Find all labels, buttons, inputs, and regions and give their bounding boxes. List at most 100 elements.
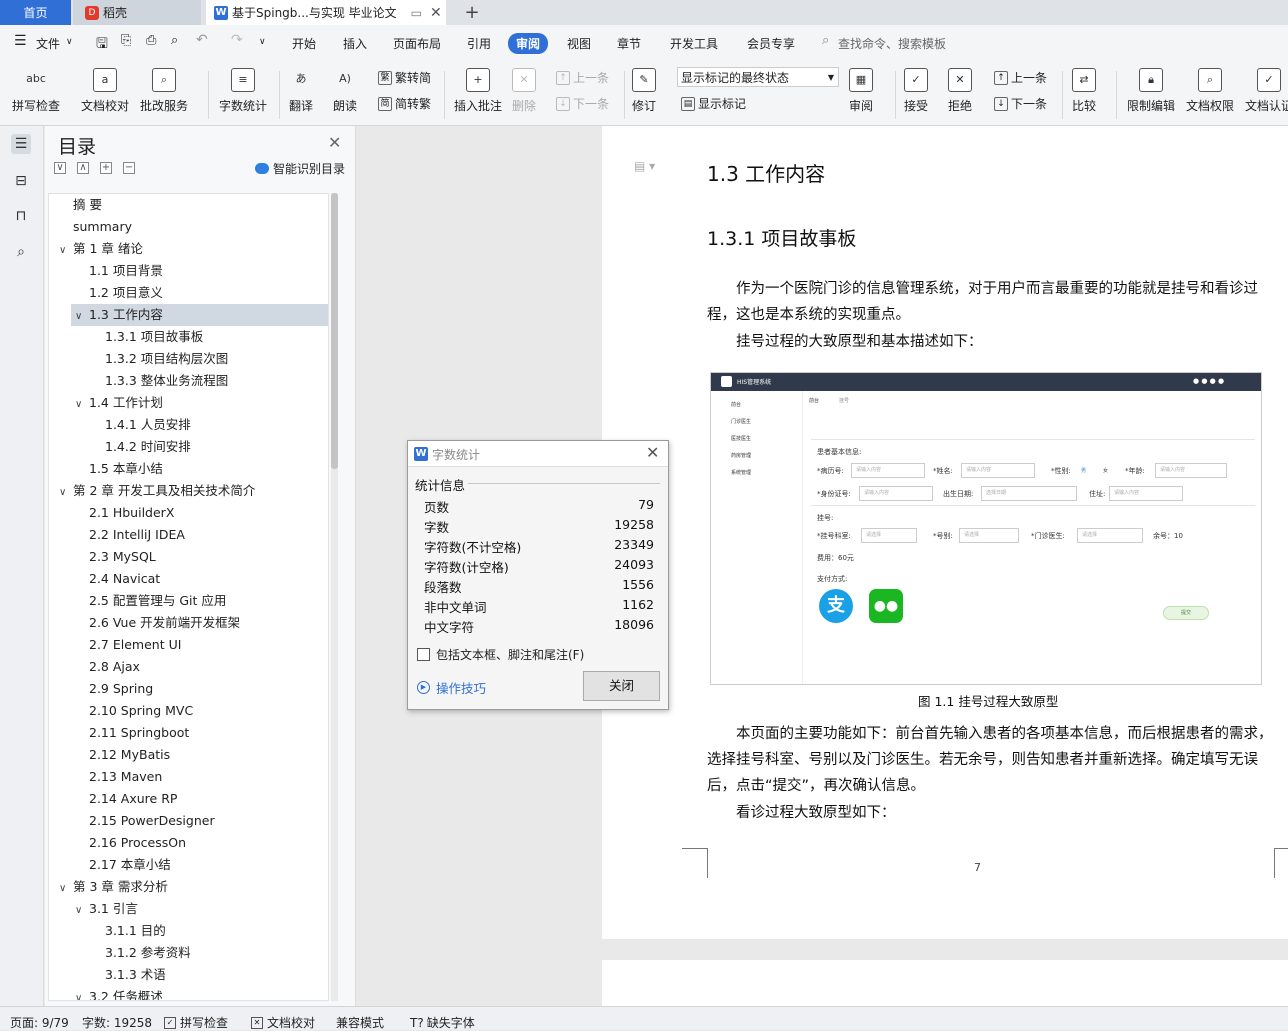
toc-item[interactable]: 2.17 本章小结: [49, 854, 328, 876]
toc-item[interactable]: 2.3 MySQL: [49, 546, 328, 568]
chevron-down-icon[interactable]: ∨: [59, 482, 73, 504]
smart-toc-button[interactable]: 智能识别目录: [255, 160, 345, 177]
menu-dev-tools[interactable]: 开发工具: [670, 35, 718, 52]
chevron-down-icon[interactable]: ∨: [75, 900, 89, 922]
restrict-edit-button[interactable]: 🔒︎ 限制编辑: [1127, 63, 1175, 114]
status-doc-proof[interactable]: ✕ 文档校对: [251, 1014, 315, 1031]
toc-item[interactable]: 2.1 HbuilderX: [49, 502, 328, 524]
word-count-button[interactable]: ≡ 字数统计: [219, 63, 267, 114]
dialog-close-button[interactable]: 关闭: [583, 671, 660, 701]
chevron-down-icon[interactable]: ∨: [75, 394, 89, 416]
toc-item[interactable]: ∨ 第 2 章 开发工具及相关技术简介: [49, 480, 328, 504]
doc-rights-button[interactable]: ⌕ 文档权限: [1186, 63, 1234, 114]
read-aloud-button[interactable]: A) 朗读: [333, 63, 357, 114]
toc-item[interactable]: ∨ 3.2 任务概述: [49, 986, 328, 1000]
word-count-indicator[interactable]: 字数: 19258: [82, 1014, 152, 1031]
toc-item[interactable]: 2.5 配置管理与 Git 应用: [49, 590, 328, 612]
compat-mode-indicator[interactable]: 兼容模式: [336, 1014, 384, 1031]
reject-button[interactable]: ✕ 拒绝: [948, 63, 972, 114]
dialog-title-bar[interactable]: W 字数统计 ✕: [408, 441, 668, 467]
menu-references[interactable]: 引用: [467, 35, 491, 52]
toc-item[interactable]: 1.4.2 时间安排: [49, 436, 328, 458]
tab-daoke[interactable]: D 稻壳: [73, 0, 201, 25]
toc-item[interactable]: 2.11 Springboot: [49, 722, 328, 744]
status-spell-check[interactable]: ✓ 拼写检查: [164, 1014, 228, 1031]
toc-item[interactable]: 1.2 项目意义: [49, 282, 328, 304]
save-icon[interactable]: 🖫: [96, 33, 108, 57]
tab-close-icon[interactable]: ✕: [430, 5, 442, 21]
tab-document[interactable]: W 基于Spingb...与实现 毕业论文 ▭ ✕: [206, 0, 446, 25]
include-textbox-checkbox[interactable]: 包括文本框、脚注和尾注(F): [417, 646, 584, 663]
print-icon[interactable]: ⎙: [146, 33, 156, 48]
toc-scroll-thumb[interactable]: [331, 193, 338, 469]
correction-service-button[interactable]: ⌕ 批改服务: [140, 63, 188, 114]
chevron-down-icon[interactable]: ∨: [75, 306, 89, 328]
menu-view[interactable]: 视图: [567, 35, 591, 52]
toc-item[interactable]: 1.1 项目背景: [49, 260, 328, 282]
collapse-all-icon[interactable]: ∨: [54, 162, 66, 174]
toc-item[interactable]: 3.1.2 参考资料: [49, 942, 328, 964]
toc-item[interactable]: 1.4.1 人员安排: [49, 414, 328, 436]
page-indicator[interactable]: 页面: 9/79: [10, 1014, 69, 1031]
document-page[interactable]: ▤ ▾ 1.3 工作内容 1.3.1 项目故事板 作为一个医院门诊的信息管理系统…: [602, 126, 1288, 939]
toc-item[interactable]: 2.2 IntelliJ IDEA: [49, 524, 328, 546]
chapter-pane-icon[interactable]: ⊟: [11, 171, 31, 191]
spell-check-button[interactable]: abc 拼写检查: [12, 63, 60, 114]
bookmark-icon[interactable]: ⊓: [11, 206, 31, 226]
toc-scrollbar[interactable]: [331, 193, 338, 1001]
menu-review[interactable]: 审阅: [508, 33, 549, 54]
toc-item[interactable]: 2.4 Navicat: [49, 568, 328, 590]
toc-item[interactable]: 2.6 Vue 开发前端开发框架: [49, 612, 328, 634]
status-missing-font[interactable]: T? 缺失字体: [410, 1014, 475, 1031]
prev-comment-button[interactable]: ↑ 上一条: [556, 69, 609, 86]
menu-layout[interactable]: 页面布局: [393, 35, 441, 52]
screen-icon[interactable]: ▭: [411, 6, 422, 20]
delete-comment-button[interactable]: ✕ 删除: [512, 63, 536, 114]
compare-button[interactable]: ⇄ 比较: [1072, 63, 1096, 114]
review-pane-button[interactable]: ▦ 审阅: [849, 63, 873, 114]
checkbox-box[interactable]: [417, 648, 430, 661]
toc-item[interactable]: 1.3.3 整体业务流程图: [49, 370, 328, 392]
toc-item[interactable]: 2.14 Axure RP: [49, 788, 328, 810]
print-preview-icon[interactable]: ⌕: [171, 33, 178, 48]
tab-home[interactable]: 首页: [0, 0, 71, 25]
toc-item[interactable]: summary: [49, 216, 328, 238]
expand-up-icon[interactable]: ∧: [77, 162, 89, 174]
hamburger-icon[interactable]: ☰: [14, 33, 27, 49]
menu-chapter[interactable]: 章节: [617, 35, 641, 52]
toc-item[interactable]: ∨ 第 1 章 绪论: [49, 238, 328, 262]
toc-item[interactable]: 2.8 Ajax: [49, 656, 328, 678]
menu-insert[interactable]: 插入: [343, 35, 367, 52]
dialog-close-icon[interactable]: ✕: [646, 443, 659, 462]
toc-item[interactable]: 2.9 Spring: [49, 678, 328, 700]
toc-item[interactable]: ∨ 1.4 工作计划: [49, 392, 328, 416]
export-pdf-icon[interactable]: ⎘: [121, 33, 131, 48]
toc-item[interactable]: 2.16 ProcessOn: [49, 832, 328, 854]
menu-start[interactable]: 开始: [292, 35, 316, 52]
prev-change-button[interactable]: ↑ 上一条: [994, 69, 1047, 86]
toc-item[interactable]: ∨ 第 3 章 需求分析: [49, 876, 328, 900]
paragraph-marker-icon[interactable]: ▤ ▾: [634, 159, 655, 173]
toc-item[interactable]: 2.7 Element UI: [49, 634, 328, 656]
chevron-down-icon[interactable]: ∨: [75, 988, 89, 1000]
command-search-input[interactable]: 查找命令、搜索模板: [838, 35, 946, 52]
doc-cert-button[interactable]: ✓ 文档认证: [1245, 63, 1288, 114]
toc-item[interactable]: 3.1.3 术语: [49, 964, 328, 986]
insert-comment-button[interactable]: + 插入批注: [454, 63, 502, 114]
show-markup-button[interactable]: ▤ 显示标记: [681, 95, 746, 112]
to-simplified-button[interactable]: 繁繁转简: [378, 69, 431, 86]
redo-icon[interactable]: ↷: [231, 32, 243, 48]
menu-member[interactable]: 会员专享: [747, 35, 795, 52]
toc-item[interactable]: 1.3.2 项目结构层次图: [49, 348, 328, 370]
toc-item[interactable]: 3.1.1 目的: [49, 920, 328, 942]
to-traditional-button[interactable]: 简简转繁: [378, 95, 431, 112]
next-comment-button[interactable]: ↓ 下一条: [556, 95, 609, 112]
chevron-down-icon[interactable]: ∨: [59, 878, 73, 900]
doc-proof-button[interactable]: a 文档校对: [81, 63, 129, 114]
toc-pane-icon[interactable]: ☰: [11, 134, 31, 154]
markup-state-select[interactable]: 显示标记的最终状态 ▼: [677, 67, 839, 87]
tips-link[interactable]: ▶ 操作技巧: [417, 678, 486, 697]
quick-access-chevron-icon[interactable]: ∨: [259, 37, 266, 47]
chevron-down-icon[interactable]: ∨: [59, 240, 73, 262]
chevron-down-icon[interactable]: ∨: [66, 37, 73, 47]
